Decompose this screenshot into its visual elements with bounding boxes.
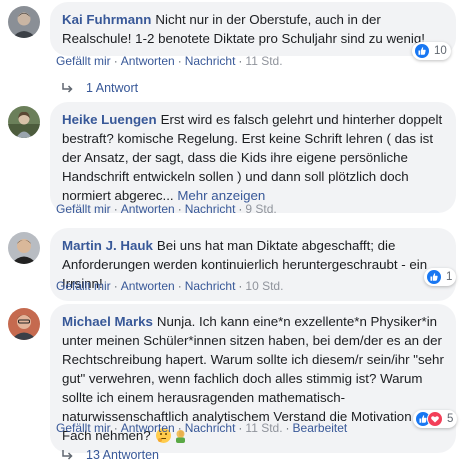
reaction-summary[interactable]: 1 [424, 268, 457, 286]
reply-link[interactable]: Antworten [121, 54, 175, 68]
reply-arrow-icon [62, 450, 73, 460]
separator: · [177, 54, 182, 68]
message-link[interactable]: Nachricht [185, 279, 236, 293]
separator: · [238, 279, 243, 293]
like-link[interactable]: Gefällt mir [56, 202, 111, 216]
separator: · [177, 279, 182, 293]
reaction-count: 5 [447, 413, 454, 425]
comment-actions: Gefällt mir · Antworten · Nachricht · 11 Std. [56, 53, 283, 69]
timestamp[interactable]: 10 Std. [245, 279, 283, 293]
comment-actions: Gefällt mir · Antworten · Nachricht · 10 Std. [56, 278, 283, 294]
avatar[interactable] [8, 6, 40, 38]
comment-bubble: Heike Luengen Erst wird es falsch gelehrt… [50, 102, 456, 213]
separator: · [177, 202, 182, 216]
comment-actions: Gefällt mir · Antworten · Nachricht · 9 Std. [56, 201, 277, 217]
like-link[interactable]: Gefällt mir [56, 421, 111, 435]
separator: · [113, 54, 118, 68]
separator: · [113, 421, 118, 435]
message-link[interactable]: Nachricht [185, 421, 236, 435]
reaction-summary[interactable]: 10 [412, 42, 451, 60]
separator: · [113, 202, 118, 216]
author-name[interactable]: Martin J. Hauk [62, 238, 153, 253]
separator: · [238, 54, 243, 68]
reaction-count: 1 [446, 271, 453, 283]
view-replies-link[interactable]: 1 Antwort [60, 79, 138, 97]
author-name[interactable]: Michael Marks [62, 314, 153, 329]
comment-bubble: Kai Fuhrmann Nicht nur in der Oberstufe, … [50, 2, 456, 56]
message-link[interactable]: Nachricht [185, 202, 236, 216]
reply-link[interactable]: Antworten [121, 279, 175, 293]
separator: · [238, 202, 243, 216]
timestamp[interactable]: 11 Std. [245, 421, 282, 435]
like-link[interactable]: Gefällt mir [56, 279, 111, 293]
like-link[interactable]: Gefällt mir [56, 54, 111, 68]
message-link[interactable]: Nachricht [185, 54, 236, 68]
author-name[interactable]: Kai Fuhrmann [62, 12, 151, 27]
avatar[interactable] [8, 232, 40, 264]
reply-count-label[interactable]: 13 Antworten [86, 448, 159, 462]
avatar[interactable] [8, 308, 40, 340]
love-icon [427, 411, 443, 427]
reply-count-label[interactable]: 1 Antwort [86, 81, 138, 95]
separator: · [238, 421, 243, 435]
timestamp[interactable]: 11 Std. [245, 54, 282, 68]
separator: · [177, 421, 182, 435]
author-name[interactable]: Heike Luengen [62, 112, 157, 127]
view-replies-link[interactable]: 13 Antworten [60, 446, 159, 464]
avatar[interactable] [8, 106, 40, 138]
reply-link[interactable]: Antworten [121, 202, 175, 216]
comment-actions: Gefällt mir · Antworten · Nachricht · 11 Std. ·… [56, 420, 347, 436]
timestamp[interactable]: 9 Std. [245, 202, 276, 216]
like-icon [414, 43, 430, 59]
edited-label[interactable]: Bearbeitet [293, 421, 348, 435]
reaction-count: 10 [434, 45, 447, 57]
reply-link[interactable]: Antworten [121, 421, 175, 435]
reply-arrow-icon [62, 83, 73, 93]
separator: · [113, 279, 118, 293]
like-icon [426, 269, 442, 285]
reaction-summary[interactable]: 5 [413, 410, 458, 428]
separator: · [285, 421, 290, 435]
